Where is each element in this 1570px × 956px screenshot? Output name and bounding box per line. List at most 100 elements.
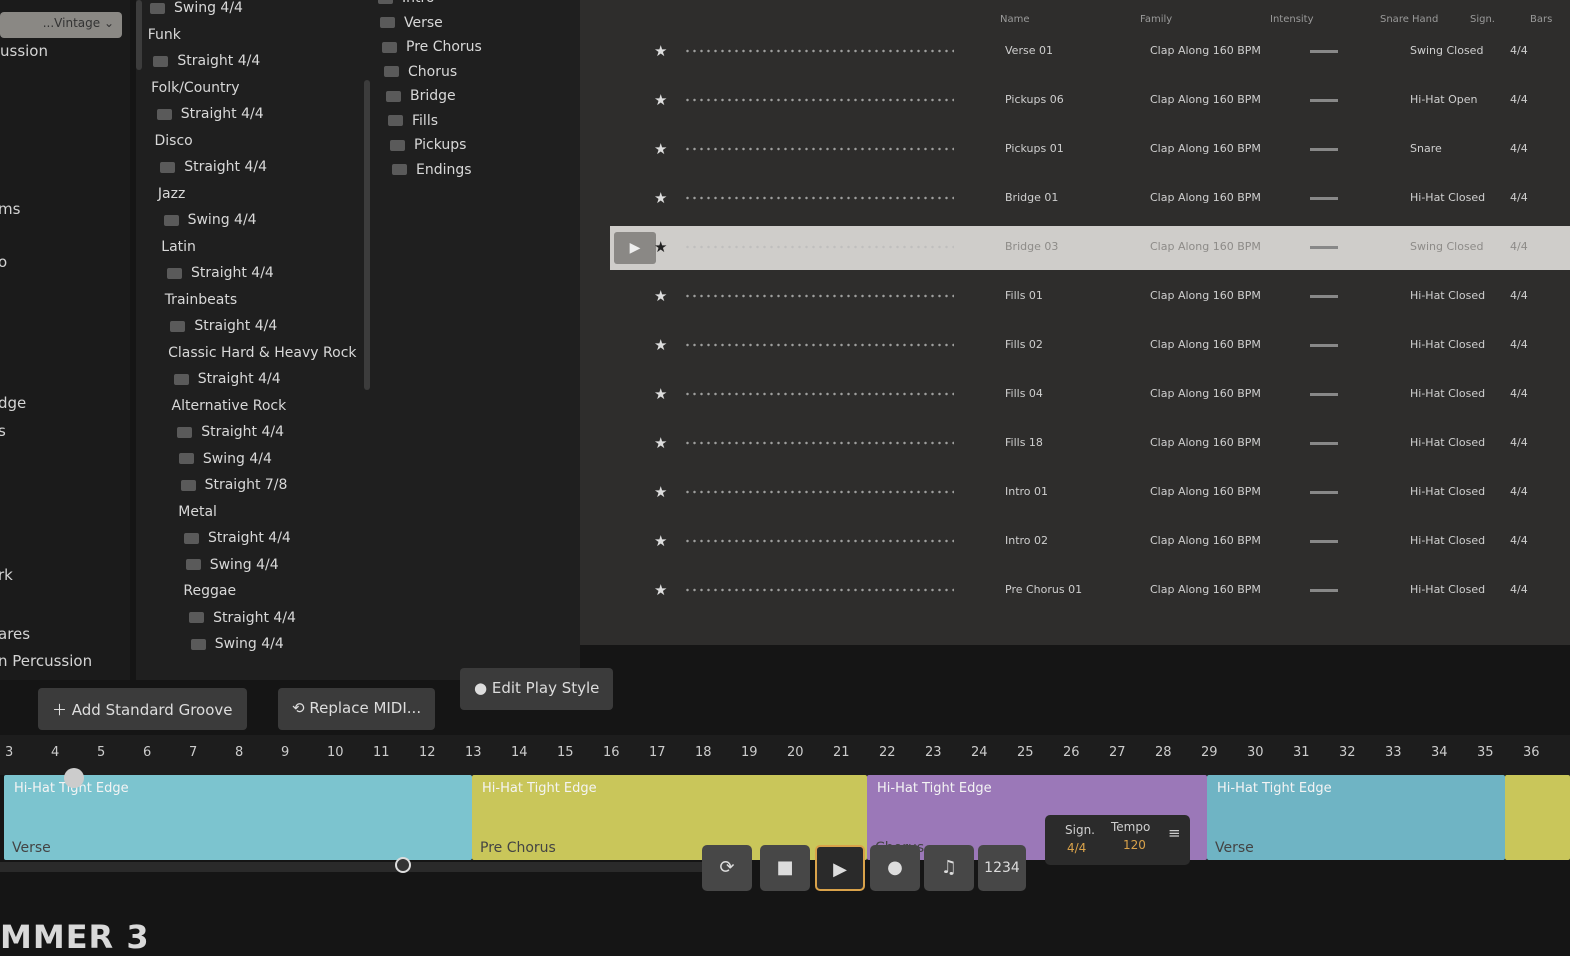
star-icon[interactable]: ★ bbox=[654, 140, 667, 158]
section-item[interactable]: Bridge bbox=[386, 88, 456, 104]
style-folder[interactable]: Straight 4/4 bbox=[184, 530, 291, 546]
groove-row[interactable]: ★ Pickups 06 Clap Along 160 BPM Hi-Hat Open… bbox=[610, 79, 1570, 123]
style-folder[interactable]: Straight 4/4 bbox=[153, 53, 260, 69]
style-folder[interactable]: Straight 4/4 bbox=[167, 265, 274, 281]
star-icon[interactable]: ★ bbox=[654, 189, 667, 207]
column-header[interactable]: Snare Hand bbox=[1380, 14, 1438, 25]
groove-row[interactable]: ▶ ★ Bridge 03 Clap Along 160 BPM Swing Close… bbox=[610, 226, 1570, 270]
genre-item[interactable]: Disco bbox=[155, 133, 193, 149]
star-icon[interactable]: ★ bbox=[654, 434, 667, 452]
replace-midi-button[interactable]: ⟲ Replace MIDI... bbox=[278, 688, 436, 730]
section-item[interactable]: Intro bbox=[378, 0, 435, 6]
genre-item[interactable]: Funk bbox=[148, 27, 181, 43]
library-item[interactable]: s bbox=[0, 422, 6, 440]
library-item[interactable]: rk bbox=[0, 566, 13, 584]
groove-row[interactable]: ★ Fills 18 Clap Along 160 BPM Hi-Hat Closed… bbox=[610, 422, 1570, 466]
section-item[interactable]: Pre Chorus bbox=[382, 39, 482, 55]
stop-button[interactable]: ■ bbox=[760, 845, 810, 891]
style-folder[interactable]: Straight 4/4 bbox=[170, 318, 277, 334]
library-item[interactable]: n Percussion bbox=[0, 652, 92, 670]
style-folder[interactable]: Swing 4/4 bbox=[150, 0, 243, 16]
groove-row[interactable]: ★ Bridge 01 Clap Along 160 BPM Hi-Hat Close… bbox=[610, 177, 1570, 221]
scrollbar[interactable] bbox=[136, 0, 142, 70]
record-button[interactable]: ● bbox=[870, 845, 920, 891]
loop-button[interactable]: ⟳ bbox=[702, 845, 752, 891]
groove-name: Bridge 03 bbox=[1005, 240, 1059, 253]
clip-title: Hi-Hat Tight Edge bbox=[877, 781, 992, 796]
section-item[interactable]: Verse bbox=[380, 15, 443, 31]
genre-item[interactable]: Trainbeats bbox=[165, 292, 237, 308]
playhead[interactable] bbox=[64, 768, 84, 788]
overview-handle[interactable] bbox=[395, 857, 411, 873]
style-folder[interactable]: Swing 4/4 bbox=[190, 636, 284, 652]
sign-tempo-display[interactable]: Sign. 4/4 Tempo 120 ≡ bbox=[1045, 815, 1190, 865]
groove-row[interactable]: ★ Intro 02 Clap Along 160 BPM Hi-Hat Closed… bbox=[610, 520, 1570, 564]
genre-item[interactable]: Alternative Rock bbox=[172, 398, 287, 414]
library-item[interactable]: ares bbox=[0, 625, 30, 643]
style-folder[interactable]: Swing 4/4 bbox=[178, 451, 272, 467]
style-folder[interactable]: Swing 4/4 bbox=[163, 212, 257, 228]
section-item[interactable]: Chorus bbox=[384, 64, 457, 80]
column-header[interactable]: Name bbox=[1000, 14, 1030, 25]
style-folder[interactable]: Straight 4/4 bbox=[160, 159, 267, 175]
section-item[interactable]: Pickups bbox=[390, 137, 466, 153]
groove-row[interactable]: ★ Verse 01 Clap Along 160 BPM Swing Closed 4… bbox=[610, 30, 1570, 74]
library-item[interactable]: o bbox=[0, 253, 7, 271]
genre-item[interactable]: Metal bbox=[178, 504, 217, 520]
song-overview[interactable] bbox=[0, 857, 730, 873]
star-icon[interactable]: ★ bbox=[654, 532, 667, 550]
column-header[interactable]: Sign. bbox=[1470, 14, 1495, 25]
column-header[interactable]: Family bbox=[1140, 14, 1172, 25]
star-icon[interactable]: ★ bbox=[654, 385, 667, 403]
style-folder[interactable]: Straight 4/4 bbox=[173, 371, 281, 387]
menu-icon[interactable]: ≡ bbox=[1168, 824, 1181, 842]
star-icon[interactable]: ★ bbox=[654, 336, 667, 354]
genre-item[interactable]: Latin bbox=[161, 239, 196, 255]
column-header[interactable]: Intensity bbox=[1270, 14, 1314, 25]
count-in-button[interactable]: 1234 bbox=[978, 845, 1026, 891]
play-button[interactable]: ▶ bbox=[815, 845, 865, 891]
groove-row[interactable]: ★ Intro 01 Clap Along 160 BPM Hi-Hat Closed… bbox=[610, 471, 1570, 515]
style-folder[interactable]: Swing 4/4 bbox=[185, 557, 279, 573]
metronome-icon: ♫ bbox=[940, 857, 958, 878]
genre-item[interactable]: Classic Hard & Heavy Rock bbox=[168, 345, 356, 361]
groove-row[interactable]: ★ Pickups 01 Clap Along 160 BPM Snare 4/4 bbox=[610, 128, 1570, 172]
section-item[interactable]: Fills bbox=[388, 113, 438, 129]
star-icon[interactable]: ★ bbox=[654, 581, 667, 599]
clip-section: Verse bbox=[12, 840, 51, 856]
groove-row[interactable]: ★ Fills 01 Clap Along 160 BPM Hi-Hat Closed… bbox=[610, 275, 1570, 319]
star-icon[interactable]: ★ bbox=[654, 91, 667, 109]
style-folder[interactable]: Straight 4/4 bbox=[156, 106, 264, 122]
library-item[interactable]: dge bbox=[0, 394, 26, 412]
intensity-bar bbox=[1310, 393, 1338, 396]
star-icon[interactable]: ★ bbox=[654, 42, 667, 60]
style-folder[interactable]: Straight 4/4 bbox=[189, 610, 296, 626]
style-folder[interactable]: Straight 4/4 bbox=[177, 424, 284, 440]
star-icon[interactable]: ★ bbox=[654, 287, 667, 305]
star-icon[interactable]: ★ bbox=[654, 238, 667, 256]
genre-item[interactable]: Reggae bbox=[183, 583, 236, 599]
groove-row[interactable]: ★ Pre Chorus 01 Clap Along 160 BPM Hi-Hat C… bbox=[610, 569, 1570, 613]
library-dropdown[interactable]: ...Vintage ⌄ bbox=[0, 12, 122, 38]
add-standard-groove-button[interactable]: ＋ Add Standard Groove bbox=[38, 688, 247, 730]
section-item[interactable]: Endings bbox=[392, 162, 472, 178]
genre-item[interactable]: Jazz bbox=[158, 186, 185, 202]
groove-row[interactable]: ★ Fills 02 Clap Along 160 BPM Hi-Hat Closed… bbox=[610, 324, 1570, 368]
folder-icon bbox=[384, 66, 399, 77]
timeline-ruler[interactable]: 3 4 5 6 7 8 9 10 11 12 13 14 15 16 17 18 19 20 21 22 23 24 25 2… bbox=[0, 735, 1570, 775]
play-icon[interactable]: ▶ bbox=[614, 232, 656, 264]
edit-play-style-button[interactable]: ● Edit Play Style bbox=[460, 668, 614, 710]
star-icon[interactable]: ★ bbox=[654, 483, 667, 501]
clip-section: Verse bbox=[1215, 840, 1254, 856]
pattern-clip[interactable] bbox=[1505, 775, 1570, 860]
pattern-clip[interactable]: Hi-Hat Tight Edge Verse bbox=[1207, 775, 1505, 860]
library-item[interactable]: ms bbox=[0, 200, 20, 218]
metronome-button[interactable]: ♫ bbox=[924, 845, 974, 891]
column-header[interactable]: Bars bbox=[1530, 14, 1552, 25]
groove-row[interactable]: ★ Fills 04 Clap Along 160 BPM Hi-Hat Closed… bbox=[610, 373, 1570, 417]
genre-item[interactable]: Folk/Country bbox=[151, 80, 239, 96]
intensity-bar bbox=[1310, 99, 1338, 102]
library-item[interactable]: ussion bbox=[0, 42, 48, 60]
item-label: Straight 4/4 bbox=[197, 371, 281, 387]
style-folder[interactable]: Straight 7/8 bbox=[180, 477, 287, 493]
